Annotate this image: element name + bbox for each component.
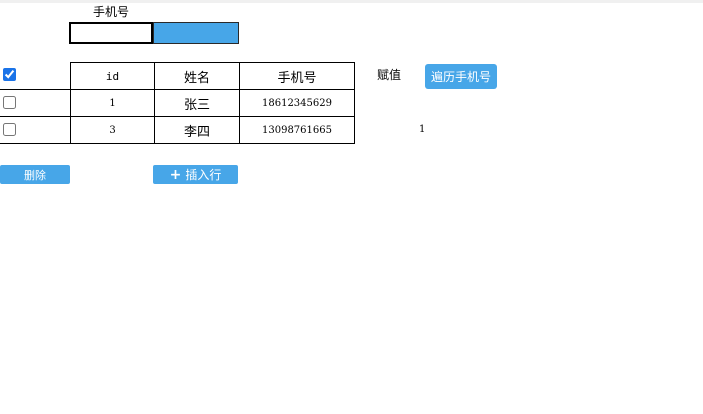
checkbox-row-divider <box>0 89 70 90</box>
checkbox-row-divider <box>0 143 70 144</box>
insert-row-button[interactable]: + 插入行 <box>153 165 238 184</box>
phone-label: 手机号 <box>93 5 130 19</box>
row-2-checkbox[interactable] <box>3 123 16 136</box>
assign-label: 赋值 <box>377 68 402 82</box>
assign-value: 1 <box>419 124 426 135</box>
traverse-phone-button[interactable]: 遍历手机号 <box>425 64 497 89</box>
table-header-row: id 姓名 手机号 <box>70 62 355 90</box>
select-all-checkbox[interactable] <box>3 68 16 81</box>
cell-name: 张三 <box>154 89 240 117</box>
column-header-id: id <box>70 62 155 90</box>
table-row: 1 张三 18612345629 <box>70 89 355 117</box>
phone-input[interactable] <box>69 22 153 44</box>
delete-button[interactable]: 删除 <box>0 165 70 184</box>
column-header-name: 姓名 <box>154 62 240 90</box>
plus-icon: + <box>169 166 182 183</box>
row-1-checkbox[interactable] <box>3 96 16 109</box>
top-divider <box>0 0 703 3</box>
phone-submit-button[interactable] <box>153 22 239 44</box>
cell-name: 李四 <box>154 116 240 144</box>
cell-id: 1 <box>70 89 155 117</box>
cell-phone: 18612345629 <box>239 89 355 117</box>
cell-id: 3 <box>70 116 155 144</box>
column-header-phone: 手机号 <box>239 62 355 90</box>
table-row: 3 李四 13098761665 <box>70 116 355 144</box>
data-table: id 姓名 手机号 1 张三 18612345629 3 李四 13098761… <box>70 62 355 144</box>
cell-phone: 13098761665 <box>239 116 355 144</box>
checkbox-row-divider <box>0 116 70 117</box>
insert-row-label: 插入行 <box>185 168 222 182</box>
